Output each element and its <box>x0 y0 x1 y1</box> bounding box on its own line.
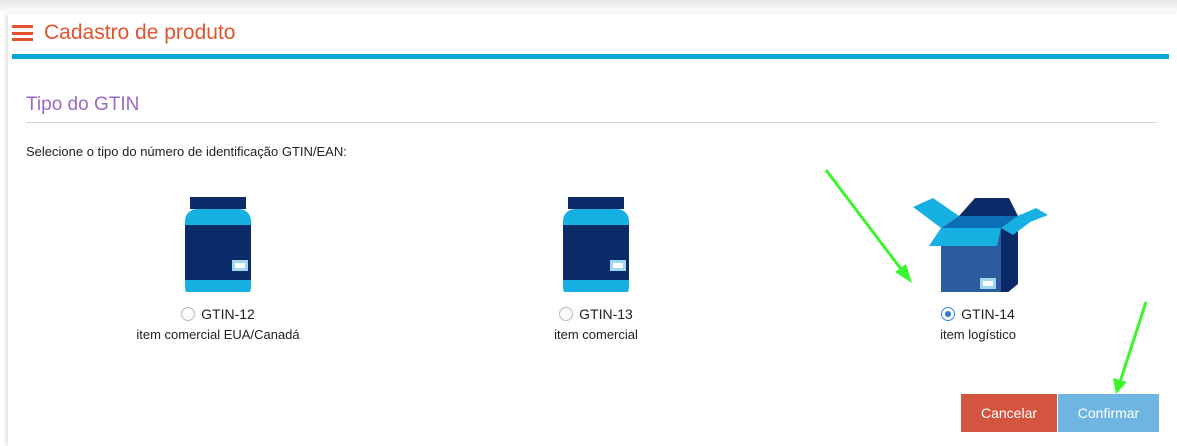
annotation-arrows <box>824 169 1148 394</box>
annotation-arrow-confirm <box>1118 301 1148 383</box>
annotation-arrow-gtin14 <box>824 169 906 274</box>
annotation-arrowhead-confirm <box>1113 378 1127 394</box>
